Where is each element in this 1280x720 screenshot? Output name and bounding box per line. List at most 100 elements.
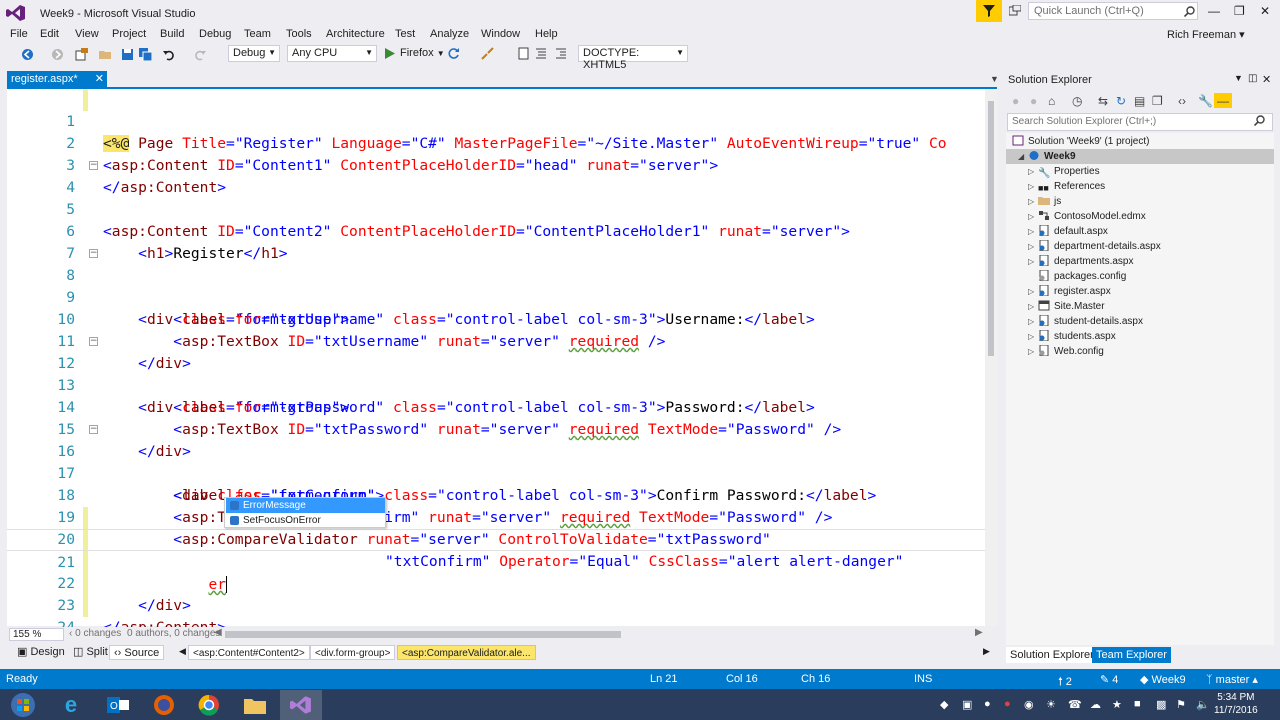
solution-search-input[interactable]: Search Solution Explorer (Ctrl+;): [1007, 113, 1273, 131]
close-panel-icon[interactable]: ✕: [1262, 73, 1271, 86]
tree-item-students[interactable]: ▷ students.aspx: [1028, 329, 1116, 344]
tray-app-icon[interactable]: ▣: [962, 698, 975, 711]
document-tab-register[interactable]: register.aspx* ✕: [7, 71, 107, 88]
view-code-icon[interactable]: ‹›: [1178, 94, 1186, 108]
scroll-left-icon[interactable]: ◀: [214, 627, 222, 638]
tray-app-icon[interactable]: ★: [1112, 698, 1125, 711]
authors-indicator[interactable]: 0 authors, 0 changes: [127, 628, 220, 639]
volume-icon[interactable]: 🔈: [1196, 698, 1210, 711]
tree-item-js[interactable]: ▷ js: [1028, 194, 1061, 209]
completion-item[interactable]: SetFocusOnError: [226, 513, 385, 528]
menu-build[interactable]: Build: [160, 28, 184, 40]
back-icon[interactable]: [20, 47, 34, 61]
open-file-icon[interactable]: [98, 47, 112, 61]
back-icon[interactable]: ●: [1012, 94, 1019, 108]
tray-app-icon[interactable]: ☎: [1068, 698, 1082, 711]
browser-target-button[interactable]: Firefox ▼: [400, 47, 445, 59]
save-icon[interactable]: [120, 47, 134, 61]
search-icon[interactable]: [1253, 115, 1265, 129]
solution-platform-combo[interactable]: Any CPU ▼: [287, 45, 377, 62]
menu-project[interactable]: Project: [112, 28, 146, 40]
code-editor[interactable]: 1 <%@ Page Title="Register" Language="C#…: [7, 89, 997, 636]
pending-changes[interactable]: ✎ 4: [1100, 673, 1118, 686]
tree-item-register-aspx[interactable]: ▷ register.aspx: [1028, 284, 1111, 299]
horizontal-scrollbar-thumb[interactable]: [225, 631, 621, 638]
preview-selected-icon[interactable]: —: [1214, 93, 1232, 108]
breadcrumb-item[interactable]: <div.form-group>: [310, 645, 396, 660]
taskbar-explorer[interactable]: [234, 690, 276, 720]
tree-item-web-config[interactable]: ▷ Web.config: [1028, 344, 1104, 359]
restore-icon[interactable]: ❐: [1234, 4, 1245, 18]
tree-item-departments[interactable]: ▷ departments.aspx: [1028, 254, 1134, 269]
tray-app-icon[interactable]: ●: [984, 698, 997, 711]
tree-item-references[interactable]: ▷ ■■ References: [1028, 179, 1105, 194]
tree-item-default-aspx[interactable]: ▷ default.aspx: [1028, 224, 1108, 239]
menu-analyze[interactable]: Analyze: [430, 28, 469, 40]
collapse-region-icon[interactable]: −: [89, 249, 98, 258]
page-icon[interactable]: [516, 46, 530, 60]
breadcrumb-forward-icon[interactable]: ▶: [983, 646, 990, 657]
completion-item[interactable]: ErrorMessage: [226, 498, 385, 513]
user-account[interactable]: Rich Freeman ▾: [1167, 28, 1245, 41]
taskbar-firefox[interactable]: [143, 690, 185, 720]
undo-icon[interactable]: [162, 47, 176, 61]
forward-icon[interactable]: ●: [1030, 94, 1037, 108]
show-all-files-icon[interactable]: ❐: [1152, 94, 1163, 108]
taskbar-outlook[interactable]: O: [97, 690, 139, 720]
tray-app-icon[interactable]: ☁: [1090, 698, 1103, 711]
design-view-tab[interactable]: ▣ Design: [13, 645, 69, 660]
taskbar-clock[interactable]: 5:34 PM 11/7/2016: [1214, 691, 1258, 717]
menu-team[interactable]: Team: [244, 28, 271, 40]
menu-tools[interactable]: Tools: [286, 28, 312, 40]
solution-configuration-combo[interactable]: Debug ▼: [228, 45, 280, 62]
menu-file[interactable]: File: [10, 28, 28, 40]
tree-item-department-details[interactable]: ▷ department-details.aspx: [1028, 239, 1161, 254]
tray-app-icon[interactable]: ◆: [940, 698, 953, 711]
tree-item-edmx[interactable]: ▷ ContosoModel.edmx: [1028, 209, 1146, 224]
notifications-icon[interactable]: [1008, 4, 1022, 18]
save-all-icon[interactable]: [138, 47, 152, 61]
tree-item-project[interactable]: ◢ Week9: [1006, 149, 1274, 164]
doctype-combo[interactable]: DOCTYPE: XHTML5 ▼: [578, 45, 688, 71]
history-icon[interactable]: ◷: [1072, 94, 1082, 108]
tab-team-explorer[interactable]: Team Explorer: [1092, 647, 1171, 663]
changes-indicator[interactable]: ‹ 0 changes: [69, 628, 121, 639]
menu-architecture[interactable]: Architecture: [326, 28, 385, 40]
scroll-right-icon[interactable]: ▶: [975, 627, 983, 638]
collapse-region-icon[interactable]: −: [89, 337, 98, 346]
zoom-combo[interactable]: 155 %: [9, 628, 64, 641]
home-icon[interactable]: ⌂: [1048, 94, 1055, 108]
close-icon[interactable]: ✕: [1260, 4, 1270, 18]
tree-item-packages-config[interactable]: packages.config: [1038, 269, 1126, 284]
breadcrumb-back-icon[interactable]: ◀: [179, 646, 186, 657]
forward-icon[interactable]: [50, 47, 64, 61]
properties-wrench-icon[interactable]: 🔧: [1198, 94, 1213, 108]
refresh-icon[interactable]: [446, 46, 460, 60]
refresh-icon[interactable]: ↻: [1116, 94, 1126, 108]
browser-link-icon[interactable]: [480, 46, 494, 60]
intellisense-completion-list[interactable]: ErrorMessage SetFocusOnError: [224, 497, 386, 528]
editor-vertical-scrollbar[interactable]: [985, 89, 997, 626]
menu-view[interactable]: View: [75, 28, 99, 40]
menu-edit[interactable]: Edit: [40, 28, 59, 40]
tree-item-properties[interactable]: ▷ 🔧 Properties: [1028, 164, 1100, 179]
search-icon[interactable]: [1182, 4, 1196, 18]
taskbar-visual-studio[interactable]: [280, 690, 322, 720]
tab-overflow-chevron-icon[interactable]: ▼: [990, 74, 999, 84]
taskbar-ie[interactable]: e: [50, 690, 92, 720]
new-project-icon[interactable]: [74, 47, 88, 61]
collapse-region-icon[interactable]: −: [89, 425, 98, 434]
taskbar-chrome[interactable]: [188, 690, 230, 720]
menu-help[interactable]: Help: [535, 28, 558, 40]
scrollbar-thumb[interactable]: [988, 101, 994, 356]
breadcrumb-item-active[interactable]: <asp:CompareValidator.ale...: [397, 645, 536, 660]
tree-item-solution[interactable]: Solution 'Week9' (1 project): [1012, 134, 1149, 149]
indent-icon[interactable]: [554, 46, 568, 60]
format-document-icon[interactable]: [534, 46, 548, 60]
minimize-icon[interactable]: —: [1208, 4, 1220, 18]
tray-app-icon[interactable]: ◉: [1024, 698, 1037, 711]
collapse-region-icon[interactable]: −: [89, 161, 98, 170]
tree-item-student-details[interactable]: ▷ student-details.aspx: [1028, 314, 1143, 329]
menu-window[interactable]: Window: [481, 28, 520, 40]
tray-app-icon[interactable]: ●: [1004, 698, 1017, 711]
